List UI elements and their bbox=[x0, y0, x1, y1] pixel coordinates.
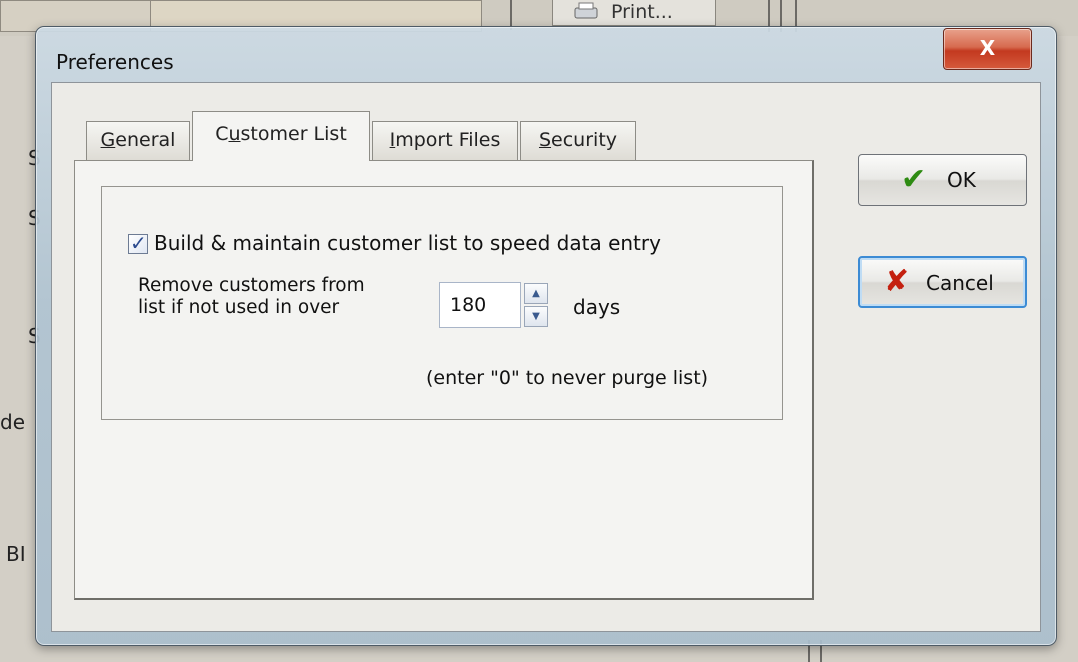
dialog-client-area: General Customer List Import Files Secur… bbox=[51, 82, 1041, 632]
tab-security[interactable]: Security bbox=[520, 121, 636, 160]
tab-security-label: ecurity bbox=[551, 129, 618, 151]
tab-customer-list-accel: u bbox=[228, 123, 241, 145]
purge-hint-text: (enter "0" to never purge list) bbox=[426, 367, 709, 389]
spin-up-arrow-icon[interactable]: ▲ bbox=[524, 283, 548, 304]
purge-days-spinner: ▲ ▼ bbox=[524, 283, 550, 328]
close-icon: X bbox=[979, 36, 996, 60]
purge-days-input[interactable]: 180 bbox=[439, 282, 521, 328]
remove-customers-label-line2: list if not used in over bbox=[138, 297, 340, 318]
tab-customer-list[interactable]: Customer List bbox=[192, 111, 370, 161]
checkmark-icon: ✓ bbox=[130, 231, 147, 255]
ok-button[interactable]: ✔ OK bbox=[858, 154, 1027, 206]
cancel-button[interactable]: ✘ Cancel bbox=[858, 256, 1027, 308]
cancel-button-label: Cancel bbox=[926, 271, 994, 295]
ok-button-label: OK bbox=[947, 168, 976, 192]
build-customer-list-checkbox[interactable]: ✓ bbox=[128, 231, 148, 255]
spin-down-arrow-icon[interactable]: ▼ bbox=[524, 306, 548, 327]
days-unit-label: days bbox=[573, 295, 621, 319]
preferences-dialog: Preferences X General Customer List Impo… bbox=[35, 26, 1057, 646]
tab-import-files-label: mport Files bbox=[395, 129, 501, 151]
background-print-label: Print... bbox=[611, 1, 673, 23]
close-button[interactable]: X bbox=[943, 28, 1032, 70]
background-text-fragment: BI bbox=[6, 542, 26, 566]
remove-customers-label: Remove customers from list if not used i… bbox=[138, 275, 438, 319]
tab-general-label: eneral bbox=[115, 129, 176, 151]
tab-general[interactable]: General bbox=[86, 121, 190, 160]
build-customer-list-label[interactable]: Build & maintain customer list to speed … bbox=[154, 231, 661, 255]
tab-customer-list-pre: C bbox=[215, 123, 229, 145]
tab-security-accel: S bbox=[538, 129, 552, 151]
background-print-button: Print... bbox=[552, 0, 716, 26]
background-text-fragment: de bbox=[0, 410, 25, 434]
remove-customers-label-line1: Remove customers from bbox=[138, 275, 365, 296]
checkmark-icon: ✔ bbox=[901, 162, 927, 197]
dialog-title: Preferences bbox=[56, 50, 174, 74]
tab-import-files[interactable]: Import Files bbox=[372, 121, 518, 160]
customer-list-panel: ✓ Build & maintain customer list to spee… bbox=[74, 160, 814, 600]
printer-icon bbox=[574, 2, 598, 19]
customer-list-groupbox: ✓ Build & maintain customer list to spee… bbox=[101, 186, 783, 420]
tab-general-accel: G bbox=[100, 129, 116, 151]
tab-customer-list-label: stomer List bbox=[240, 123, 347, 145]
cancel-x-icon: ✘ bbox=[884, 264, 910, 299]
